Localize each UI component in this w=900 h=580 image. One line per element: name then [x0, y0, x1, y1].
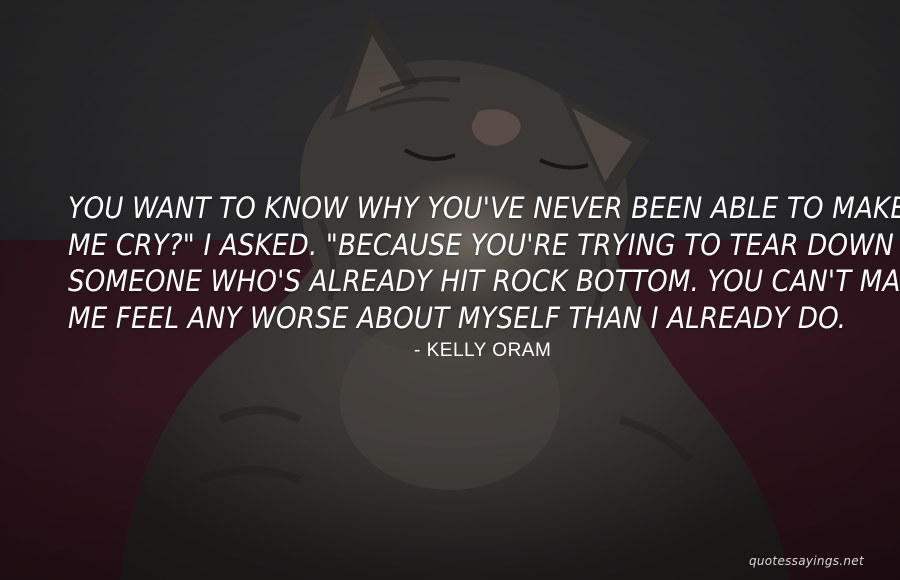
quote-line: You want to know why you've never been a…: [68, 191, 900, 225]
quote-image: You want to know why you've never been a…: [0, 0, 900, 580]
site-watermark: quotessayings.net: [748, 554, 864, 568]
quote-line: someone who's already hit rock bottom. Y…: [68, 264, 900, 298]
quote-author: - Kelly Oram: [414, 340, 552, 361]
quote-line: me cry?" I asked. "Because you're trying…: [68, 227, 894, 262]
quote-line: me feel any worse about myself than I al…: [68, 300, 847, 335]
quote-text: You want to know why you've never been a…: [68, 190, 900, 336]
